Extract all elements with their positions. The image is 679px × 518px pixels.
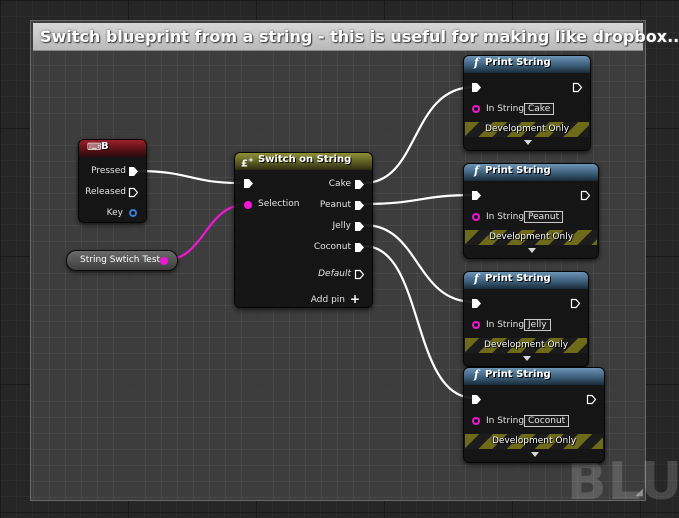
output-peanut-label: Peanut [319,200,351,210]
variable-output-pin[interactable] [160,257,168,265]
expand-arrow-icon[interactable] [531,452,539,457]
key-event-header[interactable]: ⌨ B [79,140,146,157]
development-only-band: Development Only [465,230,597,245]
print-string-node-cake[interactable]: f Print String In String Cake Developmen… [463,55,591,151]
in-string-value[interactable]: Peanut [524,211,564,223]
print-string-title: Print String [485,165,551,176]
in-string-value[interactable]: Coconut [524,415,570,427]
development-only-band: Development Only [465,434,603,449]
in-string-value[interactable]: Cake [524,103,555,115]
expand-arrow-icon[interactable] [528,248,536,253]
output-jelly-label: Jelly [332,221,351,231]
function-icon: f [474,56,479,69]
print-string-header[interactable]: f Print String [464,56,590,73]
wire-jelly-to-print[interactable] [363,223,475,304]
selection-label: Selection [258,199,300,209]
pressed-label: Pressed [91,166,126,176]
keyboard-icon: ⌨ [87,142,102,153]
variable-label: String Swtich Test [80,255,161,265]
string-variable-node[interactable]: String Swtich Test [66,250,178,271]
switch-icon: £+ [241,156,254,170]
print-string-header[interactable]: f Print String [464,272,588,289]
output-coconut-label: Coconut [313,242,351,252]
default-label: Default [318,269,351,279]
print-exec-in-pin[interactable] [471,298,482,309]
print-exec-in-pin[interactable] [471,190,482,201]
switch-title: Switch on String [258,154,352,165]
key-label: Key [106,208,123,218]
in-string-value[interactable]: Jelly [524,319,551,331]
function-icon: f [474,368,479,381]
print-string-title: Print String [485,57,551,68]
expand-arrow-icon[interactable] [524,140,532,145]
development-only-band: Development Only [465,122,589,137]
print-exec-out-pin[interactable] [572,82,583,93]
print-exec-out-pin[interactable] [570,298,581,309]
add-pin-label[interactable]: Add pin [311,294,345,306]
in-string-pin[interactable] [472,213,480,221]
released-label: Released [85,187,126,197]
released-exec-pin[interactable] [128,187,139,198]
in-string-label: In String [486,320,525,330]
print-exec-out-pin[interactable] [580,190,591,201]
development-only-band: Development Only [465,338,587,353]
key-event-title: B [101,141,109,152]
switch-header[interactable]: £+ Switch on String [235,153,372,170]
output-jelly-pin[interactable] [354,221,365,232]
output-cake-pin[interactable] [354,179,365,190]
key-event-node[interactable]: ⌨ B Pressed Released Key [78,139,147,223]
print-exec-in-pin[interactable] [471,394,482,405]
switch-exec-in-pin[interactable] [243,178,254,189]
pressed-exec-pin[interactable] [128,166,139,177]
switch-on-string-node[interactable]: £+ Switch on String Selection Cake Peanu… [234,152,373,308]
in-string-pin[interactable] [472,321,480,329]
key-data-pin[interactable] [129,209,137,217]
in-string-label: In String [486,212,525,222]
in-string-label: In String [486,416,525,426]
add-pin-plus-icon[interactable]: + [350,293,360,305]
print-string-title: Print String [485,273,551,284]
print-string-node-peanut[interactable]: f Print String In String Peanut Developm… [463,163,599,259]
in-string-label: In String [486,104,525,114]
print-string-header[interactable]: f Print String [464,368,604,385]
output-cake-label: Cake [328,179,351,189]
in-string-pin[interactable] [472,105,480,113]
print-exec-in-pin[interactable] [471,82,482,93]
function-icon: f [474,272,479,285]
default-exec-pin[interactable] [354,269,365,280]
function-icon: f [474,164,479,177]
print-string-title: Print String [485,369,551,380]
print-string-node-jelly[interactable]: f Print String In String Jelly Developme… [463,271,589,367]
print-string-header[interactable]: f Print String [464,164,598,181]
print-string-node-coconut[interactable]: f Print String In String Coconut Develop… [463,367,605,463]
output-peanut-pin[interactable] [354,200,365,211]
print-exec-out-pin[interactable] [586,394,597,405]
output-coconut-pin[interactable] [354,242,365,253]
wire-cake-to-print[interactable] [363,85,475,185]
expand-arrow-icon[interactable] [523,356,531,361]
wire-pressed-to-switch[interactable] [137,169,241,185]
in-string-pin[interactable] [472,417,480,425]
wire-peanut-to-print[interactable] [363,193,475,206]
wire-coconut-to-print[interactable] [363,244,475,400]
selection-pin[interactable] [244,201,252,209]
